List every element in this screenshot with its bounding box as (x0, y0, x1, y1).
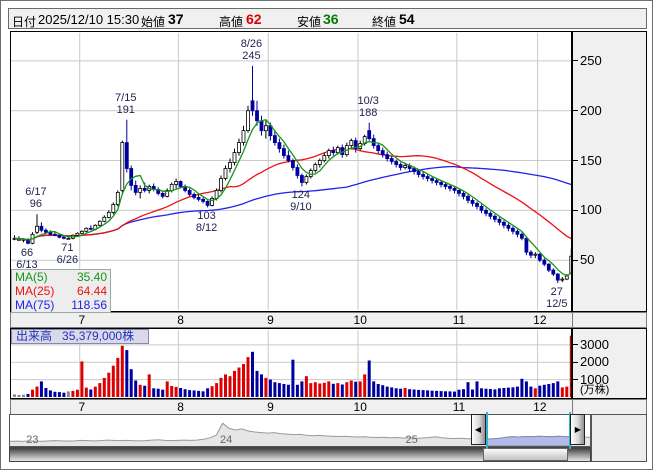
month-label: 10 (353, 313, 367, 327)
navigator-canvas (10, 422, 590, 446)
price-tick (573, 259, 578, 261)
bottom-right-spacer (591, 414, 647, 462)
navigator-right-handle[interactable]: ▶ (570, 414, 586, 445)
ma5-value: 35.40 (76, 270, 107, 284)
ma25-row: MA(25) 64.44 (12, 284, 110, 298)
month-label: 7 (78, 313, 86, 327)
volume-value: 35,379,000株 (62, 329, 135, 343)
date-value: 2025/12/10 15:30 (38, 12, 140, 27)
month-label: 10 (353, 400, 367, 414)
close-value: 54 (399, 11, 415, 27)
price-axis: 50 100 150 200 250 (572, 31, 647, 312)
ma75-row: MA(75) 118.56 (12, 298, 110, 312)
nav-year-label: 23 (26, 434, 39, 446)
chart-annotation: 124 9/10 (290, 189, 312, 214)
chart-annotation: 27 12/5 (546, 286, 568, 311)
price-tick-label: 150 (580, 152, 602, 168)
date-label: 日付 (12, 15, 37, 29)
navigator-left-handle[interactable]: ◀ (470, 414, 486, 445)
chart-annotation: 71 6/26 (56, 242, 79, 267)
month-label: 8 (177, 313, 184, 327)
high-value: 62 (246, 11, 262, 27)
volume-unit-label: (万株) (580, 384, 610, 396)
ma75-value: 118.56 (71, 298, 107, 312)
low-label: 安値 (297, 15, 322, 29)
price-tick (573, 60, 578, 62)
volume-tick (573, 361, 578, 363)
ma25-value: 64.44 (76, 284, 107, 298)
month-label: 9 (267, 313, 274, 327)
ma-legend: MA(5) 35.40 MA(25) 64.44 MA(75) 118.56 (11, 269, 111, 313)
month-label: 11 (452, 313, 466, 327)
quote-header: 日付 2025/12/10 15:30 始値 37 高値 62 安値 36 終値… (8, 8, 647, 29)
month-label: 7 (78, 400, 86, 414)
h-scrollbar[interactable] (9, 447, 591, 462)
chart-annotation: 66 6/13 (16, 247, 38, 272)
chart-annotation: 7/15 191 (115, 91, 137, 116)
close-label: 終値 (372, 15, 397, 29)
volume-axis: 3000 2000 1000 (万株) (572, 328, 647, 399)
chart-annotation: 103 8/12 (195, 210, 218, 235)
ma5-label: MA(5) (15, 270, 48, 284)
price-tick-label: 100 (580, 202, 602, 218)
volume-header: 出来高 35,379,000株 (11, 329, 150, 344)
volume-tick-label: 3000 (580, 336, 609, 352)
month-axis-price: 7 8 9 10 11 12 (10, 312, 647, 328)
month-label: 12 (533, 400, 547, 414)
month-axis-volume: 7 8 9 10 11 12 (10, 399, 647, 415)
selection-start-line (485, 412, 488, 449)
nav-year-label: 25 (405, 434, 418, 446)
open-label: 始値 (141, 15, 166, 29)
chart-annotation: 8/26 245 (240, 37, 263, 62)
price-tick (573, 110, 578, 112)
volume-tick (573, 344, 578, 346)
volume-tick-label: 2000 (580, 354, 609, 370)
price-tick-label: 50 (580, 252, 595, 268)
ma25-label: MA(25) (15, 284, 55, 298)
month-label: 12 (533, 313, 547, 327)
high-label: 高値 (219, 15, 244, 29)
open-value: 37 (168, 11, 184, 27)
month-label: 8 (177, 400, 184, 414)
low-value: 36 (323, 11, 339, 27)
stock-chart-window: 日付 2025/12/10 15:30 始値 37 高値 62 安値 36 終値… (0, 0, 653, 470)
ma75-label: MA(75) (15, 298, 55, 312)
ma5-row: MA(5) 35.40 (12, 270, 110, 284)
left-arrow-icon: ◀ (474, 425, 482, 434)
price-tick-label: 250 (580, 52, 602, 68)
volume-label: 出来高 (16, 329, 53, 343)
price-tick-label: 200 (580, 102, 602, 118)
price-tick (573, 160, 578, 162)
scrollbar-thumb[interactable] (482, 448, 569, 461)
chart-annotation: 6/17 96 (25, 186, 47, 211)
month-label: 9 (267, 400, 274, 414)
right-arrow-icon: ▶ (574, 425, 581, 434)
range-navigator[interactable]: 23 24 25 (9, 414, 591, 447)
chart-annotation: 10/3 188 (357, 94, 379, 119)
price-tick (573, 209, 578, 211)
volume-tick (573, 379, 578, 381)
nav-year-label: 24 (219, 434, 233, 446)
month-label: 11 (452, 400, 466, 414)
